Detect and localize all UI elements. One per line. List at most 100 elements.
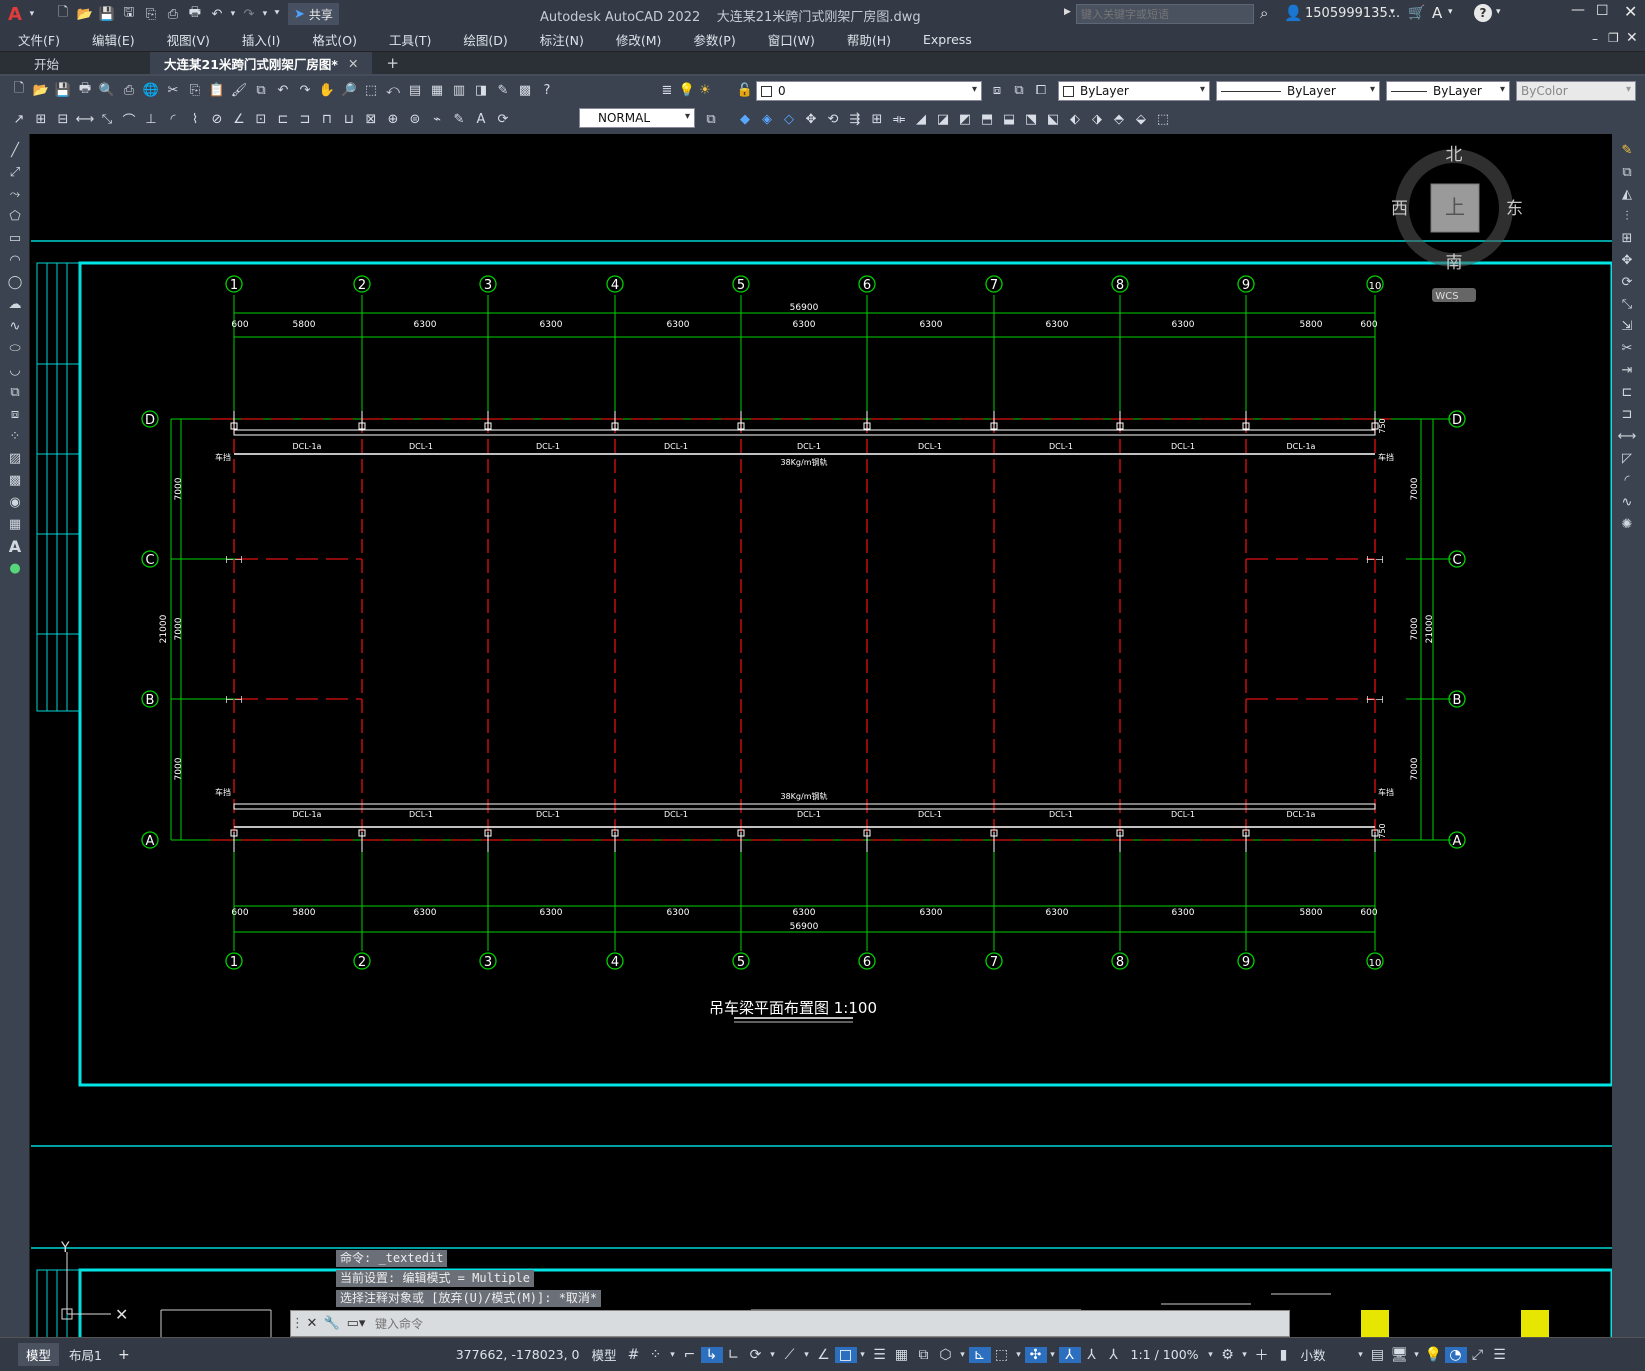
radius-dim-icon[interactable]: ◜ [162,108,184,130]
menu-modify[interactable]: 修改(M) [598,30,676,49]
separate-icon[interactable]: ⬕ [1042,108,1064,130]
web-open-icon[interactable]: ⎘ [140,3,162,25]
cart-icon[interactable]: 🛒 [1408,5,1425,21]
copy-faces-icon[interactable]: ⬘ [1108,108,1130,130]
interfere-icon[interactable]: ◪ [932,108,954,130]
aligned-dim-icon[interactable]: ⤡ [96,108,118,130]
gizmo-icon[interactable]: ✣ [1024,1346,1047,1363]
section-icon[interactable]: ◩ [954,108,976,130]
clean-screen-icon[interactable]: ⤢ [1467,1347,1489,1363]
close-icon[interactable]: ✕ [1624,2,1637,21]
text-style-dropdown[interactable]: NORMAL ▾ [579,108,695,128]
undo-icon[interactable]: ↶ [206,3,228,25]
open-icon[interactable]: 📂 [30,79,52,101]
markup-icon[interactable]: ✎ [492,79,514,101]
viewcube[interactable]: 上 北 南 东 西 WCS [1391,145,1523,302]
3d-union-icon[interactable]: ◈ [756,108,778,130]
imprint-icon[interactable]: ⬓ [998,108,1020,130]
move-icon[interactable]: ✥ [1612,250,1642,272]
plot-icon[interactable]: 🖶 [184,3,206,25]
customize-qat-icon[interactable]: ⯆ [270,3,284,25]
lineweight-icon[interactable]: ☰ [869,1347,891,1363]
3d-move-icon[interactable]: ✥ [800,108,822,130]
extend-icon[interactable]: ⇥ [1612,360,1642,382]
3d-align-icon[interactable]: ⇶ [844,108,866,130]
new-icon[interactable]: 🗋 [8,79,30,101]
hatch-icon[interactable]: ▨ [0,448,30,470]
menu-dimension[interactable]: 标注(N) [522,30,598,49]
arc-length-icon[interactable]: ⌒ [118,108,140,130]
3d-subtract-icon[interactable]: ◇ [778,108,800,130]
3d-array-icon[interactable]: ⊞ [866,108,888,130]
model-space-button[interactable]: 模型 [586,1345,623,1364]
command-close-icon[interactable]: ✕ [303,1316,321,1331]
viewcube-top-face[interactable]: 上 [1445,195,1465,219]
circle-icon[interactable]: ◯ [0,272,30,294]
cut-icon[interactable]: ✂ [162,79,184,101]
line-icon[interactable]: ╱ [0,140,30,162]
3d-box-icon[interactable]: ◆ [734,108,756,130]
ortho-icon[interactable]: ∟ [723,1347,745,1363]
infer-constraints-icon[interactable]: ⌐ [679,1347,701,1363]
linear-dim-icon[interactable]: ⟷ [74,108,96,130]
redo-dropdown-icon[interactable]: ▾ [260,3,270,25]
menu-window[interactable]: 窗口(W) [750,30,829,49]
help-dropdown-icon[interactable]: ▾ [1496,7,1501,17]
ordinate-dim-icon[interactable]: ⊥ [140,108,162,130]
polar-tracking-icon[interactable]: ⟳ [745,1347,767,1363]
zoom-window-icon[interactable]: ⬚ [360,79,382,101]
doc-restore-icon[interactable]: ❐ [1608,31,1619,45]
jogged-dim-icon[interactable]: ⌇ [184,108,206,130]
color-faces-icon[interactable]: ⬙ [1130,108,1152,130]
web-save-icon[interactable]: ⎙ [162,3,184,25]
inspection-icon[interactable]: ⊜ [404,108,426,130]
slice-icon[interactable]: ◢ [910,108,932,130]
dim-style-manager-icon[interactable]: ⧉ [700,108,722,130]
selection-cycling-icon[interactable]: ⧉ [913,1347,935,1363]
menu-parametric[interactable]: 参数(P) [675,30,749,49]
layout-tab-model[interactable]: 模型 [18,1343,60,1366]
help-icon[interactable]: ? [1474,4,1492,22]
block-editor-icon[interactable]: ⧉ [250,79,272,101]
layer-lock-icon[interactable]: 🔓 [734,79,756,101]
save-as-icon[interactable]: 🖫 [118,3,140,25]
point-icon[interactable]: ⁘ [0,426,30,448]
break-icon[interactable]: ⊐ [1612,404,1642,426]
tolerance-icon[interactable]: ⊞ [30,108,52,130]
help-search-input[interactable] [1076,4,1254,24]
3d-rotate-icon[interactable]: ⟲ [822,108,844,130]
construction-line-icon[interactable]: ⤢ [0,162,30,184]
open-file-icon[interactable]: 📂 [74,3,96,25]
ellipse-icon[interactable]: ⬭ [0,338,30,360]
dim-space-icon[interactable]: ⊓ [316,108,338,130]
viewcube-north[interactable]: 北 [1446,145,1463,165]
dim-edit-icon[interactable]: ✎ [448,108,470,130]
ellipse-arc-icon[interactable]: ◡ [0,360,30,382]
undo-icon[interactable]: ↶ [272,79,294,101]
workspace-dropdown-icon[interactable]: ▾ [1239,1350,1251,1360]
command-prompt-icon[interactable]: ▭▾ [343,1316,369,1331]
clean-icon[interactable]: ⬗ [1086,108,1108,130]
scale-dropdown-icon[interactable]: ▾ [1205,1350,1217,1360]
save-icon[interactable]: 💾 [96,3,118,25]
dim-text-edit-icon[interactable]: A [470,108,492,130]
drawing-canvas[interactable]: Y ✕ 上 北 南 东 西 WCS ⊢⊣ ⊢⊣ ⊢⊣ ⊢⊣ 1 1 2 2 3 3 4 4 5 5 6 6 7 7… [31,134,1612,1337]
plot-preview-icon[interactable]: 🔍 [96,79,118,101]
search-icon[interactable]: ⌕ [1260,4,1268,22]
arc-icon[interactable]: ◠ [0,250,30,272]
transparency-icon[interactable]: ▦ [891,1347,913,1363]
dynamic-input-icon[interactable]: ↳ [700,1346,723,1363]
minimize-icon[interactable]: — [1571,2,1585,18]
add-layout-button[interactable]: + [112,1345,136,1365]
grid-icon[interactable]: # [623,1347,645,1363]
snap-icon[interactable]: ⁘ [645,1347,667,1363]
polar-dropdown-icon[interactable]: ▾ [767,1350,779,1360]
menu-express[interactable]: Express [905,32,986,47]
isodraft-dropdown-icon[interactable]: ▾ [801,1350,813,1360]
check-icon[interactable]: ⬖ [1064,108,1086,130]
user-dropdown-icon[interactable]: ▾ [1390,7,1395,17]
layer-states-icon[interactable]: ⧠ [1030,79,1052,101]
object-snap-icon[interactable]: □ [834,1346,857,1363]
menu-draw[interactable]: 绘图(D) [445,30,521,49]
table-icon[interactable]: ▦ [0,514,30,536]
